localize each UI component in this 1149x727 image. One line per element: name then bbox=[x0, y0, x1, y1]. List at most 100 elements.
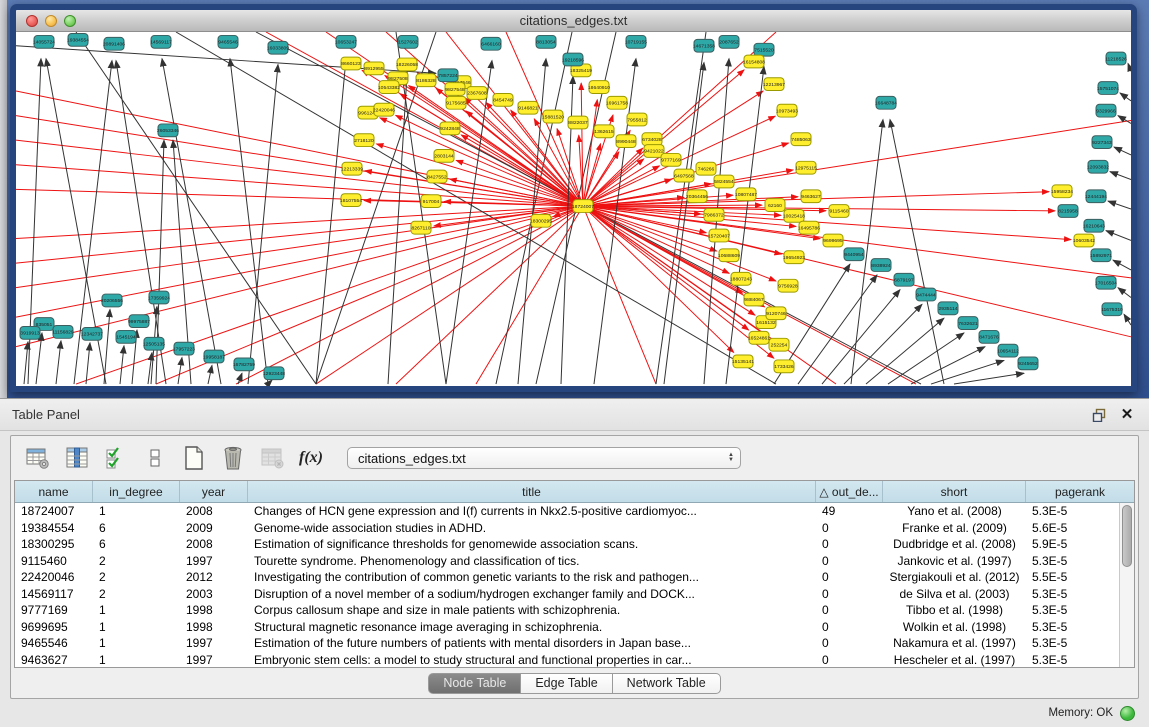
graph-node[interactable]: 10653247 bbox=[335, 35, 357, 48]
graph-node[interactable]: 15720407 bbox=[708, 229, 730, 242]
graph-node[interactable]: 12213967 bbox=[763, 78, 785, 91]
graph-node[interactable]: 8990448 bbox=[616, 135, 636, 148]
graph-node[interactable]: 7986372 bbox=[704, 209, 724, 222]
graph-node[interactable]: 10719155 bbox=[625, 35, 647, 48]
zoom-window-button[interactable] bbox=[64, 15, 76, 27]
graph-node[interactable]: 15135141 bbox=[732, 355, 754, 368]
graph-node[interactable]: 7485063 bbox=[791, 133, 811, 146]
column-header-0[interactable]: name bbox=[15, 481, 93, 502]
table-row[interactable]: 977716911998Corpus callosum shape and si… bbox=[15, 602, 1134, 619]
graph-node[interactable]: 19958187 bbox=[203, 350, 225, 363]
close-panel-icon[interactable]: ✕ bbox=[1117, 407, 1137, 423]
graph-node[interactable]: 9756928 bbox=[778, 279, 798, 292]
column-header-3[interactable]: title bbox=[248, 481, 816, 502]
graph-node[interactable]: 20206556 bbox=[101, 294, 123, 307]
graph-node[interactable]: 9777169 bbox=[661, 153, 681, 166]
graph-node[interactable]: 8822037 bbox=[568, 116, 588, 129]
table-settings-icon[interactable] bbox=[25, 445, 51, 471]
graph-node[interactable]: 14671358 bbox=[693, 39, 715, 52]
graph-node[interactable]: 8813054 bbox=[536, 35, 556, 48]
graph-node[interactable]: 9175685 bbox=[446, 96, 466, 109]
graph-node[interactable]: 6734028 bbox=[642, 133, 662, 146]
column-header-2[interactable]: year bbox=[180, 481, 248, 502]
graph-node[interactable]: 8267110 bbox=[411, 221, 431, 234]
column-header-6[interactable]: pagerank bbox=[1026, 481, 1134, 502]
column-header-5[interactable]: short bbox=[883, 481, 1026, 502]
graph-node[interactable]: 62160 bbox=[765, 199, 785, 212]
graph-node[interactable]: 1733426 bbox=[774, 360, 794, 373]
table-row[interactable]: 2242004622012Investigating the contribut… bbox=[15, 569, 1134, 586]
graph-node[interactable]: 9699695 bbox=[823, 234, 843, 247]
graph-node[interactable]: 9245652 bbox=[1018, 357, 1038, 370]
graph-node[interactable]: 12444194 bbox=[1085, 190, 1107, 203]
graph-node[interactable]: 20891406 bbox=[103, 37, 125, 50]
graph-node[interactable]: 1362615 bbox=[594, 125, 614, 138]
select-column-icon[interactable] bbox=[64, 445, 90, 471]
table-row[interactable]: 946554611997Estimation of the future num… bbox=[15, 635, 1134, 652]
graph-node[interactable]: 10025418 bbox=[783, 209, 805, 222]
tab-network-table[interactable]: Network Table bbox=[613, 673, 721, 694]
graph-node[interactable]: 9329966 bbox=[1096, 104, 1116, 117]
tab-node-table[interactable]: Node Table bbox=[428, 673, 521, 694]
graph-node[interactable]: 8454749 bbox=[493, 93, 513, 106]
delete-icon[interactable] bbox=[220, 445, 246, 471]
graph-node[interactable]: 16524861 bbox=[748, 331, 770, 344]
graph-node[interactable]: 2367608 bbox=[467, 87, 487, 100]
graph-node[interactable]: 2718120 bbox=[354, 134, 374, 147]
graph-node[interactable]: 17016504 bbox=[1095, 276, 1117, 289]
graph-node[interactable]: 8912955 bbox=[364, 62, 384, 75]
graph-node[interactable]: 18640910 bbox=[588, 81, 610, 94]
graph-node[interactable]: 7857224 bbox=[438, 69, 458, 82]
graph-node[interactable]: 20364456 bbox=[686, 190, 708, 203]
function-builder-icon[interactable]: f(x) bbox=[298, 445, 324, 471]
graph-node[interactable]: 12923448 bbox=[263, 367, 285, 380]
graph-node[interactable]: 8471676 bbox=[979, 330, 999, 343]
graph-node[interactable]: 10603542 bbox=[1073, 234, 1095, 247]
table-row[interactable]: 969969511998Structural magnetic resonanc… bbox=[15, 619, 1134, 636]
column-header-4[interactable]: △ out_de... bbox=[816, 481, 883, 502]
column-header-1[interactable]: in_degree bbox=[93, 481, 180, 502]
graph-node[interactable]: 17359924 bbox=[148, 291, 170, 304]
graph-node[interactable]: 26053346 bbox=[157, 124, 179, 137]
graph-node[interactable]: 12093832 bbox=[1087, 160, 1109, 173]
graph-node[interactable]: 14569117 bbox=[150, 35, 172, 48]
graph-node[interactable]: 7955812 bbox=[627, 113, 647, 126]
minimize-window-button[interactable] bbox=[45, 15, 57, 27]
graph-node[interactable]: 12213339 bbox=[341, 162, 363, 175]
graph-node[interactable]: 19218596 bbox=[562, 53, 584, 66]
graph-node[interactable]: 12342737 bbox=[81, 327, 103, 340]
graph-node[interactable]: 9146821 bbox=[518, 101, 538, 114]
graph-node[interactable]: 16782759 bbox=[233, 358, 255, 371]
vertical-scrollbar[interactable] bbox=[1119, 503, 1134, 667]
graph-node[interactable]: 1545194 bbox=[116, 330, 136, 343]
graph-node[interactable]: 8427552 bbox=[427, 170, 447, 183]
select-all-icon[interactable] bbox=[103, 445, 129, 471]
table-row[interactable]: 1938455462009Genome-wide association stu… bbox=[15, 520, 1134, 537]
graph-node[interactable]: 9440954 bbox=[844, 248, 864, 261]
graph-node[interactable]: 22420046 bbox=[373, 103, 395, 116]
graph-node[interactable]: 12505135 bbox=[143, 337, 165, 350]
graph-node[interactable]: 16033809 bbox=[267, 41, 289, 54]
graph-node[interactable]: 6497568 bbox=[674, 169, 694, 182]
row-selection-mode-icon[interactable] bbox=[142, 445, 168, 471]
graph-node[interactable]: 2087652 bbox=[719, 35, 739, 48]
graph-node[interactable]: 16154808 bbox=[743, 55, 765, 68]
graph-node[interactable]: 11156829 bbox=[52, 326, 74, 339]
graph-node[interactable]: 12975115 bbox=[795, 161, 817, 174]
graph-node[interactable]: 9242848 bbox=[440, 122, 460, 135]
graph-node[interactable]: 10688609 bbox=[718, 249, 740, 262]
graph-node[interactable]: 9884067 bbox=[744, 293, 764, 306]
graph-node[interactable]: 10654112 bbox=[997, 344, 1019, 357]
graph-node[interactable]: 10543382 bbox=[378, 81, 400, 94]
new-document-icon[interactable] bbox=[181, 445, 207, 471]
graph-node[interactable]: 16495786 bbox=[798, 221, 820, 234]
graph-node[interactable]: 9227343 bbox=[1092, 136, 1112, 149]
graph-node[interactable]: 3919913 bbox=[20, 327, 40, 340]
graph-node[interactable]: 8215958 bbox=[1058, 205, 1078, 218]
graph-node[interactable]: 9120746 bbox=[766, 307, 786, 320]
graph-node[interactable]: 8186328 bbox=[416, 74, 436, 87]
table-row[interactable]: 946362711997Embryonic stem cells: a mode… bbox=[15, 652, 1134, 668]
graph-node[interactable]: 5824554 bbox=[714, 175, 734, 188]
graph-node[interactable]: 19384554 bbox=[67, 33, 89, 46]
graph-node[interactable]: 18807243 bbox=[730, 272, 752, 285]
